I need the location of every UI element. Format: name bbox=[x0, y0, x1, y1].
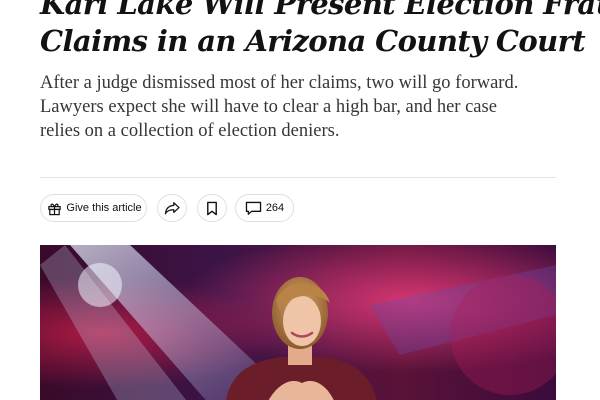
bookmark-icon bbox=[206, 201, 218, 216]
summary-line-1: After a judge dismissed most of her clai… bbox=[40, 73, 519, 93]
article-headline: Kari Lake Will Present Election Fraud Cl… bbox=[40, 0, 600, 60]
summary-divider bbox=[40, 177, 556, 178]
share-button[interactable] bbox=[157, 194, 187, 222]
headline-line-1: Kari Lake Will Present Election Fraud bbox=[40, 0, 600, 21]
share-arrow-icon bbox=[164, 201, 180, 215]
article-page: Kari Lake Will Present Election Fraud Cl… bbox=[0, 0, 600, 400]
summary-line-2: Lawyers expect she will have to clear a … bbox=[40, 97, 497, 117]
comment-count: 264 bbox=[265, 202, 285, 214]
give-article-button[interactable]: Give this article bbox=[40, 194, 147, 222]
give-article-label: Give this article bbox=[66, 202, 142, 214]
headline-line-2: Claims in an Arizona County Court bbox=[40, 24, 586, 58]
hero-photo bbox=[40, 245, 556, 400]
save-button[interactable] bbox=[197, 194, 227, 222]
hero-image bbox=[40, 245, 556, 400]
comments-button[interactable]: 264 bbox=[235, 194, 294, 222]
comment-bubble-icon bbox=[245, 201, 262, 216]
article-summary: After a judge dismissed most of her clai… bbox=[40, 71, 580, 143]
summary-line-3: relies on a collection of election denie… bbox=[40, 121, 340, 141]
gift-icon bbox=[47, 201, 62, 216]
